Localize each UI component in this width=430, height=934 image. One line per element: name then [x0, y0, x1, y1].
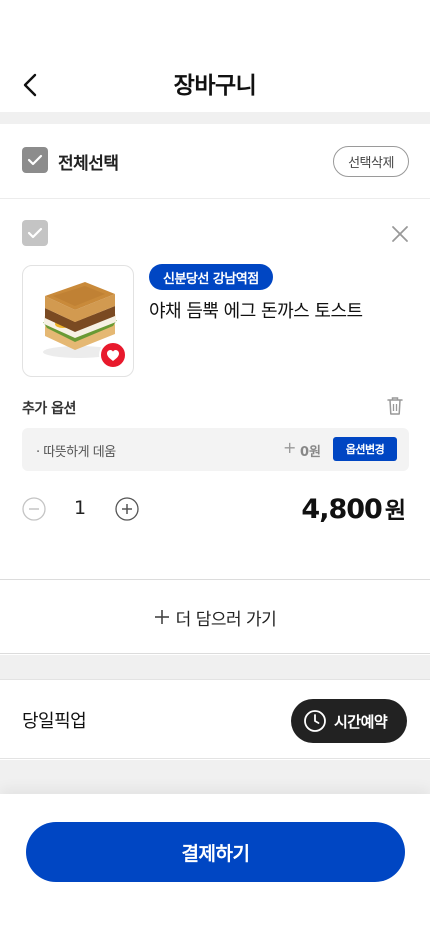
trash-icon: [387, 397, 403, 415]
store-badge: 신분당선 강남역점: [149, 264, 273, 290]
quantity-decrease-button[interactable]: [22, 497, 46, 521]
page-title: 장바구니: [173, 73, 257, 99]
select-all-checkbox[interactable]: [22, 147, 48, 173]
clock-icon: [304, 710, 326, 732]
favorite-button[interactable]: [99, 341, 127, 369]
remove-item-button[interactable]: [388, 222, 412, 246]
heart-icon: [107, 349, 119, 361]
add-more-label: 더 담으러 가기: [175, 609, 277, 630]
time-reservation-button[interactable]: 시간예약: [291, 699, 407, 743]
time-reservation-label: 시간예약: [334, 712, 388, 731]
check-icon: [27, 227, 43, 239]
minus-circle-icon: [22, 497, 46, 521]
section-divider: [0, 760, 430, 794]
pickup-row: 당일픽업 시간예약: [0, 679, 430, 759]
select-all-row: 전체선택 선택삭제: [0, 124, 430, 199]
plus-circle-icon: [115, 497, 139, 521]
select-all-label: 전체선택: [58, 154, 119, 174]
options-title: 추가 옵션: [22, 401, 76, 417]
close-icon: [392, 226, 408, 242]
item-checkbox[interactable]: [22, 220, 48, 246]
quantity-value: 1: [73, 497, 87, 519]
product-name: 야채 듬뿍 에그 돈까스 토스트: [149, 301, 363, 322]
quantity-increase-button[interactable]: [115, 497, 139, 521]
delete-options-button[interactable]: [386, 396, 404, 416]
price-amount: 4,800: [301, 494, 382, 525]
item-price: 4,800 원: [301, 491, 406, 525]
cart-item: 신분당선 강남역점 야채 듬뿍 에그 돈까스 토스트 추가 옵션 · 따뜻하게 …: [0, 199, 430, 580]
section-divider: [0, 112, 430, 124]
check-icon: [27, 154, 43, 166]
delete-selected-button[interactable]: 선택삭제: [333, 146, 409, 177]
bottom-bar: 결제하기: [0, 794, 430, 934]
option-price: 0원: [300, 445, 322, 460]
header: 장바구니: [0, 0, 430, 112]
option-row: · 따뜻하게 데움 + 0원 옵션변경: [22, 428, 409, 471]
section-divider: [0, 655, 430, 679]
plus-icon: +: [283, 438, 297, 457]
pickup-label: 당일픽업: [22, 711, 87, 732]
pay-button[interactable]: 결제하기: [26, 822, 405, 882]
add-more-button[interactable]: 더 담으러 가기: [0, 581, 430, 654]
change-option-button[interactable]: 옵션변경: [333, 437, 397, 461]
option-text: · 따뜻하게 데움: [36, 445, 116, 460]
price-currency: 원: [384, 498, 406, 524]
plus-icon: [154, 610, 169, 624]
